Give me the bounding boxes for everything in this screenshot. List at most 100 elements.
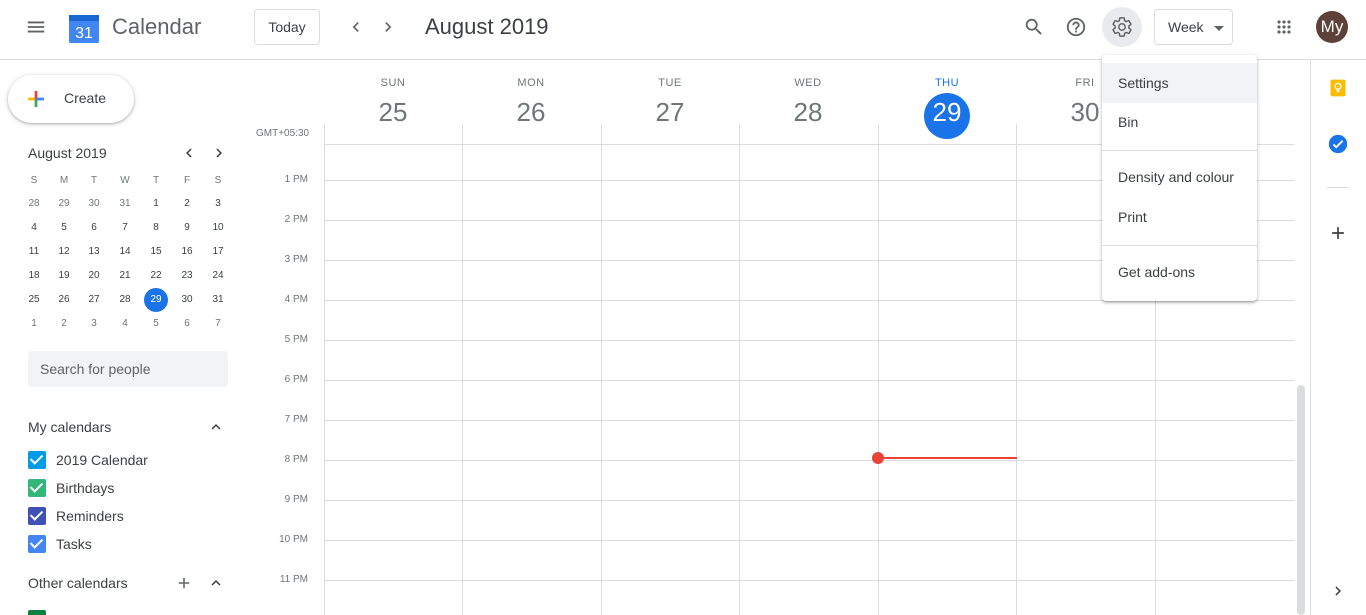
- calendar-name: 2019 Calendar: [56, 452, 148, 468]
- menu-item-print[interactable]: Print: [1102, 197, 1257, 237]
- mini-day[interactable]: 30: [172, 290, 202, 310]
- day-header-name: MON: [517, 77, 545, 89]
- mini-day[interactable]: 2: [172, 194, 202, 214]
- mini-day[interactable]: 11: [19, 242, 49, 262]
- hour-divider: [324, 540, 1294, 541]
- mini-day[interactable]: 31: [203, 290, 233, 310]
- mini-day[interactable]: 8: [141, 218, 171, 238]
- mini-day[interactable]: 23: [172, 266, 202, 286]
- tasks-button[interactable]: [1318, 124, 1358, 164]
- apps-button[interactable]: [1264, 7, 1304, 47]
- mini-day[interactable]: 29: [49, 194, 79, 214]
- help-button[interactable]: [1056, 7, 1096, 47]
- calendar-checkbox[interactable]: [28, 451, 46, 469]
- mini-day[interactable]: 9: [172, 218, 202, 238]
- main-menu-icon: [27, 21, 45, 33]
- calendar-checkbox[interactable]: [28, 535, 46, 553]
- keep-icon: [1330, 79, 1346, 97]
- mini-day[interactable]: 30: [79, 194, 109, 214]
- search-people-input[interactable]: [28, 351, 228, 387]
- mini-day[interactable]: 3: [203, 194, 233, 214]
- mini-day[interactable]: 19: [49, 266, 79, 286]
- expand-panel-button[interactable]: [1318, 571, 1358, 611]
- other-calendar-checkbox[interactable]: [28, 610, 46, 615]
- hour-divider: [324, 580, 1294, 581]
- account-avatar[interactable]: My: [1316, 11, 1348, 43]
- mini-day[interactable]: 1: [19, 314, 49, 334]
- view-select[interactable]: Week: [1154, 9, 1233, 45]
- mini-prev-button[interactable]: [174, 138, 204, 168]
- mini-next-button[interactable]: [204, 138, 234, 168]
- mini-day[interactable]: 22: [141, 266, 171, 286]
- get-addons-button[interactable]: [1318, 213, 1358, 253]
- mini-day[interactable]: 31: [110, 194, 140, 214]
- mini-day[interactable]: 12: [49, 242, 79, 262]
- hour-divider: [324, 340, 1294, 341]
- mini-day[interactable]: 16: [172, 242, 202, 262]
- other-calendars-collapse[interactable]: [202, 569, 230, 597]
- grid-scrollbar[interactable]: [1297, 385, 1305, 615]
- mini-day[interactable]: 28: [19, 194, 49, 214]
- mini-day[interactable]: 7: [110, 218, 140, 238]
- mini-day[interactable]: 28: [110, 290, 140, 310]
- mini-day[interactable]: 24: [203, 266, 233, 286]
- menu-item-density-and-colour[interactable]: Density and colour: [1102, 157, 1257, 197]
- day-column-divider: [739, 124, 740, 615]
- my-calendars-collapse[interactable]: [202, 413, 230, 441]
- mini-day[interactable]: 6: [79, 218, 109, 238]
- create-button[interactable]: Create: [8, 75, 134, 123]
- menu-divider: [1102, 150, 1257, 151]
- day-header-number[interactable]: 29: [878, 97, 1016, 128]
- mini-day[interactable]: 21: [110, 266, 140, 286]
- search-icon: [1025, 18, 1042, 35]
- current-date-range: August 2019: [425, 14, 549, 39]
- add-other-calendar-button[interactable]: [170, 569, 198, 597]
- next-week-button[interactable]: [368, 7, 408, 47]
- mini-day[interactable]: 4: [19, 218, 49, 238]
- mini-day[interactable]: 3: [79, 314, 109, 334]
- mini-day[interactable]: 14: [110, 242, 140, 262]
- calendar-item[interactable]: 2019 Calendar: [28, 448, 148, 472]
- mini-day[interactable]: 10: [203, 218, 233, 238]
- mini-day[interactable]: 26: [49, 290, 79, 310]
- calendar-logo-icon: 31: [68, 12, 100, 44]
- mini-day[interactable]: 27: [79, 290, 109, 310]
- mini-day[interactable]: 5: [49, 218, 79, 238]
- main-menu-button[interactable]: [16, 7, 56, 47]
- menu-item-bin[interactable]: Bin: [1102, 102, 1257, 142]
- mini-weekday-header: S: [214, 175, 222, 186]
- mini-day[interactable]: 15: [141, 242, 171, 262]
- other-calendars-title[interactable]: Other calendars: [28, 575, 128, 591]
- day-header-number[interactable]: 27: [601, 97, 739, 128]
- top-header: 31 Calendar Today August 2019 Week My: [0, 0, 1366, 60]
- mini-day[interactable]: 20: [79, 266, 109, 286]
- calendar-item[interactable]: Reminders: [28, 504, 124, 528]
- mini-day[interactable]: 4: [110, 314, 140, 334]
- day-header-number[interactable]: 26: [462, 97, 600, 128]
- mini-day[interactable]: 13: [79, 242, 109, 262]
- search-button[interactable]: [1014, 7, 1054, 47]
- day-header-number[interactable]: 28: [739, 97, 877, 128]
- keep-button[interactable]: [1318, 68, 1358, 108]
- calendar-checkbox[interactable]: [28, 507, 46, 525]
- day-header-number[interactable]: 25: [324, 97, 462, 128]
- mini-day[interactable]: 2: [49, 314, 79, 334]
- mini-day[interactable]: 6: [172, 314, 202, 334]
- today-button[interactable]: Today: [254, 9, 320, 45]
- mini-day[interactable]: 17: [203, 242, 233, 262]
- hour-label: 7 PM: [284, 414, 308, 425]
- calendar-checkbox[interactable]: [28, 479, 46, 497]
- mini-day[interactable]: 25: [19, 290, 49, 310]
- settings-button[interactable]: [1102, 7, 1142, 47]
- mini-day-today[interactable]: 29: [141, 290, 171, 310]
- menu-item-get-add-ons[interactable]: Get add-ons: [1102, 252, 1257, 292]
- mini-day[interactable]: 1: [141, 194, 171, 214]
- hour-label: 4 PM: [284, 294, 308, 305]
- mini-day[interactable]: 5: [141, 314, 171, 334]
- calendar-item[interactable]: Birthdays: [28, 476, 114, 500]
- mini-day[interactable]: 18: [19, 266, 49, 286]
- my-calendars-title[interactable]: My calendars: [28, 419, 111, 435]
- mini-day[interactable]: 7: [203, 314, 233, 334]
- menu-item-settings[interactable]: Settings: [1102, 63, 1257, 103]
- calendar-item[interactable]: Tasks: [28, 532, 92, 556]
